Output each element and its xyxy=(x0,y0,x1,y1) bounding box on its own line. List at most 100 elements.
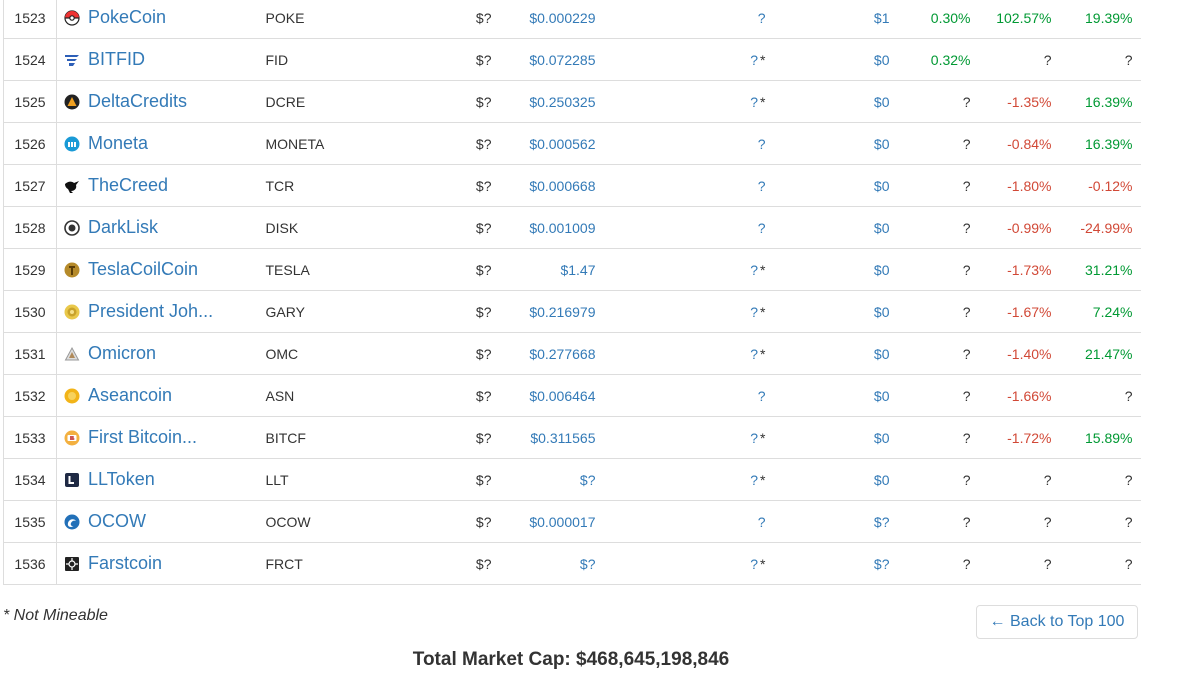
price-link[interactable]: $0.000017 xyxy=(499,500,604,543)
supply-link[interactable]: ? xyxy=(758,388,766,404)
supply-link[interactable]: ? xyxy=(750,262,758,278)
supply-link[interactable]: ? xyxy=(758,220,766,236)
volume-link[interactable]: $0 xyxy=(773,332,898,375)
coin-name-cell: DarkLisk xyxy=(56,206,260,249)
price-link[interactable]: $0.250325 xyxy=(499,80,604,123)
symbol-cell: LLT xyxy=(259,458,400,501)
not-mineable-marker: * xyxy=(760,303,766,320)
table-row: 1524 BITFID FID $? $0.072285? * $0 0.32%?? xyxy=(3,38,1141,81)
supply-link[interactable]: ? xyxy=(758,136,766,152)
coin-name-link[interactable]: TeslaCoilCoin xyxy=(88,259,198,279)
coin-name-link[interactable]: Farstcoin xyxy=(88,553,162,573)
supply-link[interactable]: ? xyxy=(750,346,758,362)
farstcoin-icon xyxy=(64,556,80,572)
volume-link[interactable]: $? xyxy=(773,500,898,543)
rank-cell: 1535 xyxy=(3,500,57,543)
market-cap-cell: $? xyxy=(399,38,500,81)
price-link[interactable]: $? xyxy=(499,458,604,501)
price-link[interactable]: $0.072285 xyxy=(499,38,604,81)
supply-link[interactable]: ? xyxy=(758,10,766,26)
coin-name-link[interactable]: Moneta xyxy=(88,133,148,153)
coin-name-link[interactable]: DarkLisk xyxy=(88,217,158,237)
price-link[interactable]: $0.311565 xyxy=(499,416,604,459)
circulating-supply-cell: ? * xyxy=(603,416,774,459)
not-mineable-marker: * xyxy=(760,555,766,572)
coin-name-cell: First Bitcoin... xyxy=(56,416,260,459)
change-7d-cell: ? xyxy=(1059,500,1141,543)
volume-link[interactable]: $0 xyxy=(773,206,898,249)
volume-link[interactable]: $0 xyxy=(773,290,898,333)
coin-name-cell: DeltaCredits xyxy=(56,80,260,123)
supply-link[interactable]: ? xyxy=(750,556,758,572)
supply-link[interactable]: ? xyxy=(758,178,766,194)
supply-link[interactable]: ? xyxy=(758,514,766,530)
coin-name-link[interactable]: First Bitcoin... xyxy=(88,427,197,447)
circulating-supply-cell: ? * xyxy=(603,542,774,585)
volume-link[interactable]: $0 xyxy=(773,458,898,501)
volume-link[interactable]: $0 xyxy=(773,248,898,291)
change-1h-cell: ? xyxy=(897,164,979,207)
symbol-cell: DCRE xyxy=(259,80,400,123)
volume-link[interactable]: $0 xyxy=(773,374,898,417)
symbol-cell: MONETA xyxy=(259,122,400,165)
not-mineable-footnote: * Not Mineable xyxy=(3,607,108,624)
volume-link[interactable]: $0 xyxy=(773,38,898,81)
volume-link[interactable]: $1 xyxy=(773,0,898,39)
market-cap-cell: $? xyxy=(399,164,500,207)
price-link[interactable]: $0.000562 xyxy=(499,122,604,165)
circulating-supply-cell: ? * xyxy=(603,458,774,501)
not-mineable-marker: * xyxy=(760,429,766,446)
change-7d-cell: 7.24% xyxy=(1059,290,1141,333)
coin-name-link[interactable]: OCOW xyxy=(88,511,146,531)
circulating-supply-cell: ? xyxy=(603,164,774,207)
price-link[interactable]: $0.216979 xyxy=(499,290,604,333)
change-1h-cell: ? xyxy=(897,542,979,585)
volume-link[interactable]: $0 xyxy=(773,416,898,459)
coin-name-cell: Omicron xyxy=(56,332,260,375)
volume-link[interactable]: $? xyxy=(773,542,898,585)
volume-link[interactable]: $0 xyxy=(773,122,898,165)
supply-link[interactable]: ? xyxy=(750,430,758,446)
supply-link[interactable]: ? xyxy=(750,94,758,110)
market-cap-cell: $? xyxy=(399,0,500,39)
price-link[interactable]: $1.47 xyxy=(499,248,604,291)
volume-link[interactable]: $0 xyxy=(773,164,898,207)
coin-name-link[interactable]: BITFID xyxy=(88,49,145,69)
coin-name-cell: Aseancoin xyxy=(56,374,260,417)
coin-name-link[interactable]: PokeCoin xyxy=(88,7,166,27)
coin-name-link[interactable]: TheCreed xyxy=(88,175,168,195)
circulating-supply-cell: ? xyxy=(603,0,774,39)
rank-cell: 1532 xyxy=(3,374,57,417)
coin-name-link[interactable]: Omicron xyxy=(88,343,156,363)
circulating-supply-cell: ? xyxy=(603,500,774,543)
price-link[interactable]: $0.000668 xyxy=(499,164,604,207)
price-link[interactable]: $0.000229 xyxy=(499,0,604,39)
coin-name-cell: Moneta xyxy=(56,122,260,165)
coin-name-link[interactable]: Aseancoin xyxy=(88,385,172,405)
market-cap-cell: $? xyxy=(399,332,500,375)
change-7d-cell: ? xyxy=(1059,38,1141,81)
change-24h-cell: 102.57% xyxy=(978,0,1060,39)
price-link[interactable]: $0.006464 xyxy=(499,374,604,417)
change-7d-cell: 15.89% xyxy=(1059,416,1141,459)
coin-name-link[interactable]: President Joh... xyxy=(88,301,213,321)
supply-link[interactable]: ? xyxy=(750,304,758,320)
price-link[interactable]: $0.277668 xyxy=(499,332,604,375)
supply-link[interactable]: ? xyxy=(750,472,758,488)
coin-name-link[interactable]: LLToken xyxy=(88,469,155,489)
volume-link[interactable]: $0 xyxy=(773,80,898,123)
coin-name-link[interactable]: DeltaCredits xyxy=(88,91,187,111)
market-cap-cell: $? xyxy=(399,416,500,459)
price-link[interactable]: $0.001009 xyxy=(499,206,604,249)
price-link[interactable]: $? xyxy=(499,542,604,585)
change-7d-cell: 16.39% xyxy=(1059,80,1141,123)
market-cap-cell: $? xyxy=(399,122,500,165)
rank-cell: 1524 xyxy=(3,38,57,81)
back-to-top-100-button[interactable]: ← Back to Top 100 xyxy=(976,605,1138,639)
coin-name-cell: BITFID xyxy=(56,38,260,81)
rank-cell: 1525 xyxy=(3,80,57,123)
supply-link[interactable]: ? xyxy=(750,52,758,68)
rank-cell: 1533 xyxy=(3,416,57,459)
change-1h-cell: ? xyxy=(897,458,979,501)
change-1h-cell: ? xyxy=(897,80,979,123)
